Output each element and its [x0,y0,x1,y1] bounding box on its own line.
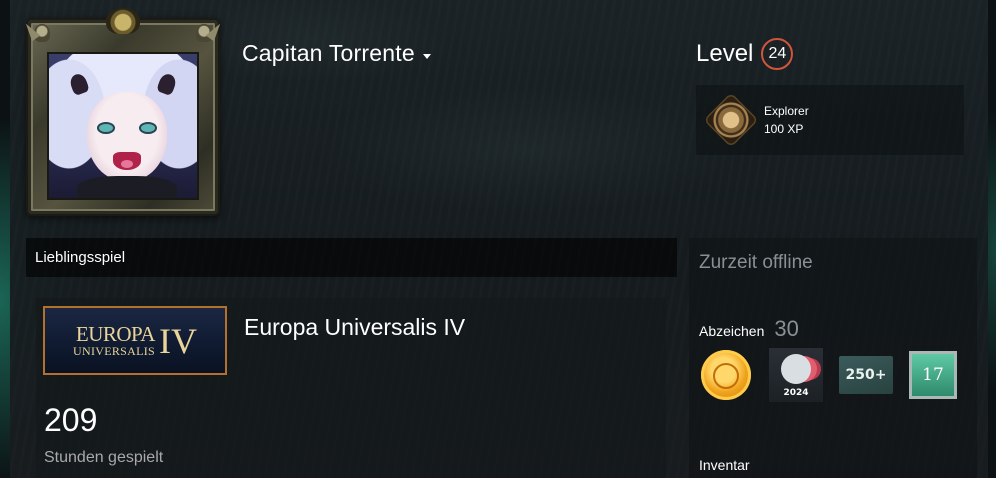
online-status: Zurzeit offline [699,252,813,273]
level-label: Level [696,40,754,67]
game-title-link[interactable]: Europa Universalis IV [244,314,465,341]
avatar-image [47,52,199,200]
capsule-logo-numeral: IV [158,320,197,361]
steam-logo-icon [781,354,811,384]
250-plus-badge-icon[interactable]: 250+ [839,356,893,394]
profile-sidebar: Zurzeit offline Abzeichen 30 2024 250+ 1… [689,238,977,478]
explorer-badge-icon [705,94,757,146]
featured-badge[interactable]: Explorer 100 XP [696,85,964,155]
badges-link[interactable]: Abzeichen 30 [699,316,799,342]
level-badge[interactable]: 24 [761,38,794,70]
inventory-link[interactable]: Inventar [699,457,750,473]
avatar[interactable] [21,8,225,216]
frame-crest-icon [106,8,140,34]
17-badge-icon[interactable]: 17 [909,351,957,399]
capsule-logo-word: UNIVERSALIS [73,344,155,358]
favorite-game-showcase: Lieblingsspiel EUROPA UNIVERSALIS IV Eur… [26,238,677,478]
hours-played-label: Stunden gespielt [44,449,164,466]
showcase-body: EUROPA UNIVERSALIS IV Europa Universalis… [36,298,666,478]
featured-badge-name: Explorer [764,104,809,118]
gold-coin-badge-icon[interactable] [699,348,753,402]
caret-down-icon[interactable] [422,54,431,59]
badges-count[interactable]: 30 [774,316,798,342]
profile-page: Capitan Torrente Level 24 Explorer 100 X… [10,0,988,478]
level-display: Level 24 [696,38,794,70]
game-capsule-image[interactable]: EUROPA UNIVERSALIS IV [43,306,227,375]
showcase-header: Lieblingsspiel [26,238,677,277]
badges-label[interactable]: Abzeichen [699,323,764,339]
steam-2024-badge-icon[interactable]: 2024 [769,348,823,402]
hours-played-value: 209 [44,402,98,438]
featured-badge-xp: 100 XP [764,122,804,136]
persona-name[interactable]: Capitan Torrente [242,40,415,67]
capsule-logo-word: EUROPA [75,322,156,346]
persona-name-dropdown[interactable]: Capitan Torrente [242,40,431,67]
badge-icons-row: 2024 250+ 17 [699,348,957,402]
